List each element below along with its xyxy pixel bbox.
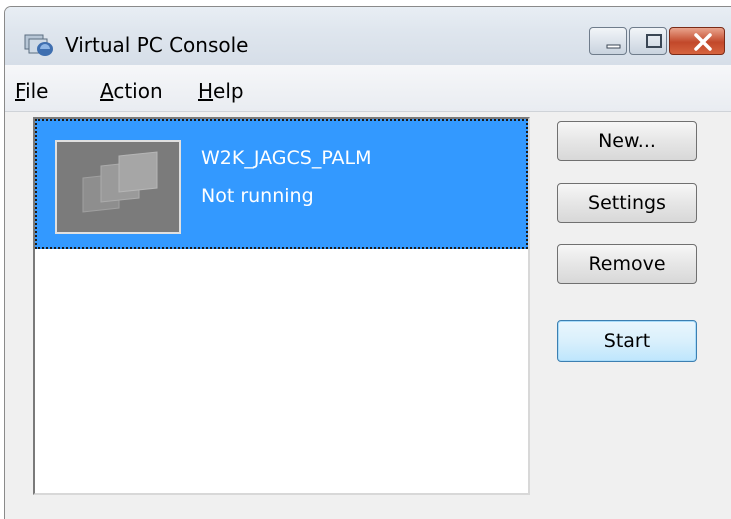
title-bar[interactable]: Virtual PC Console — [5, 7, 731, 65]
menu-help-label: elp — [213, 79, 244, 103]
list-item-vm[interactable]: W2K_JAGCS_PALM Not running — [35, 119, 528, 249]
menu-bar: File Action Help — [5, 65, 731, 112]
minimize-button[interactable] — [589, 27, 627, 55]
menu-action[interactable]: Action — [100, 79, 163, 103]
minimize-icon — [606, 44, 621, 49]
menu-file-label: ile — [25, 79, 49, 103]
virtual-machine-list[interactable]: W2K_JAGCS_PALM Not running — [33, 117, 530, 495]
virtual-pc-icon — [23, 29, 55, 59]
window-title: Virtual PC Console — [65, 33, 249, 57]
menu-action-label: ction — [113, 79, 163, 103]
close-icon — [694, 33, 712, 51]
settings-button[interactable]: Settings — [557, 183, 697, 223]
maximize-button[interactable] — [629, 27, 667, 55]
menu-action-accel: A — [100, 79, 114, 103]
vm-name: W2K_JAGCS_PALM — [201, 147, 372, 169]
start-button[interactable]: Start — [557, 320, 697, 362]
console-window: Virtual PC Console File Action Help W2K_… — [4, 6, 731, 519]
menu-help-accel: H — [198, 79, 214, 103]
menu-file[interactable]: File — [15, 79, 48, 103]
new-button[interactable]: New... — [557, 121, 697, 161]
vm-thumbnail — [55, 140, 181, 234]
maximize-icon — [646, 34, 662, 48]
menu-file-accel: F — [15, 79, 26, 103]
vm-status: Not running — [201, 185, 314, 207]
remove-button[interactable]: Remove — [557, 244, 697, 284]
close-button[interactable] — [669, 27, 725, 55]
vm-windows-icon — [82, 151, 158, 213]
menu-help[interactable]: Help — [198, 79, 244, 103]
